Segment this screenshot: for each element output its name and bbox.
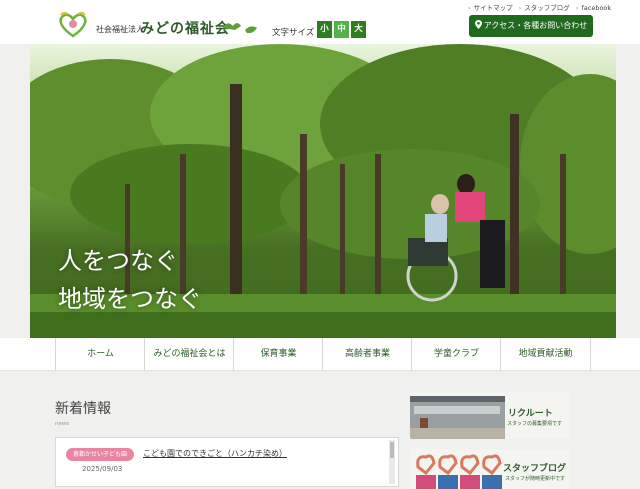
global-nav: ホーム みどの福祉会とは 保育事業 高齢者事業 学童クラブ 地域貢献活動 <box>0 338 640 371</box>
nav-afterschool[interactable]: 学童クラブ <box>411 338 501 370</box>
font-size-label: 文字サイズ <box>272 28 315 38</box>
recruit-banner-subtitle: スタッフの募集要項です <box>507 421 563 427</box>
recruit-banner-title: リクルート <box>508 409 553 419</box>
contact-button-label: アクセス・各種お問い合わせ <box>483 21 588 30</box>
nav-home[interactable]: ホーム <box>55 338 145 370</box>
hero-image: 人をつなぐ 地域をつなぐ <box>30 44 616 338</box>
news-scrollbar[interactable] <box>389 440 395 484</box>
hero-tagline: 人をつなぐ 地域をつなぐ <box>58 242 202 318</box>
nav-about[interactable]: みどの福祉会とは <box>144 338 234 370</box>
corp-type: 社会福祉法人 <box>96 25 144 34</box>
utility-links: › サイトマップ › スタッフブログ › facebook <box>468 2 615 12</box>
map-pin-icon <box>474 20 482 29</box>
staff-blog-link[interactable]: スタッフブログ <box>524 4 570 12</box>
chevron-right-icon: › <box>518 4 522 12</box>
font-size-medium-button[interactable]: 中 <box>334 21 349 38</box>
news-item-link[interactable]: こども園でのできごと（ハンカチ染め） <box>143 448 287 459</box>
news-item-date: 2025/09/03 <box>82 465 123 473</box>
hero-tagline-line1: 人をつなぐ <box>58 247 178 275</box>
facebook-link[interactable]: facebook <box>581 4 611 12</box>
staff-blog-banner-title: スタッフブログ <box>503 464 567 474</box>
recruit-banner[interactable]: リクルート スタッフの募集要項です <box>410 392 570 439</box>
nav-elderly[interactable]: 高齢者事業 <box>322 338 412 370</box>
font-size-large-button[interactable]: 大 <box>351 21 366 38</box>
chevron-right-icon: › <box>575 4 579 12</box>
font-size-small-button[interactable]: 小 <box>317 21 332 38</box>
nav-childcare[interactable]: 保育事業 <box>233 338 323 370</box>
chevron-right-icon: › <box>468 4 471 12</box>
news-subtitle: news <box>55 421 70 427</box>
news-title: 新着情報 <box>55 401 111 417</box>
bird-icon <box>223 23 257 34</box>
staff-blog-banner[interactable]: スタッフブログ スタッフが随時更新中です <box>410 449 570 489</box>
site-header: 社会福祉法人 みどの福祉会 文字サイズ 小 中 大 › サイトマップ › スタッフブ… <box>0 0 640 44</box>
corp-name[interactable]: みどの福祉会 <box>140 18 230 38</box>
news-category-tag[interactable]: 恵都かせい子ども園 <box>66 448 135 461</box>
nav-community[interactable]: 地域貢献活動 <box>500 338 591 370</box>
contact-button[interactable]: アクセス・各種お問い合わせ <box>469 15 593 37</box>
staff-blog-banner-subtitle: スタッフが随時更新中です <box>505 476 566 482</box>
hero-tagline-line2: 地域をつなぐ <box>58 285 202 313</box>
logo-icon[interactable] <box>56 10 90 38</box>
sitemap-link[interactable]: サイトマップ <box>474 4 513 12</box>
